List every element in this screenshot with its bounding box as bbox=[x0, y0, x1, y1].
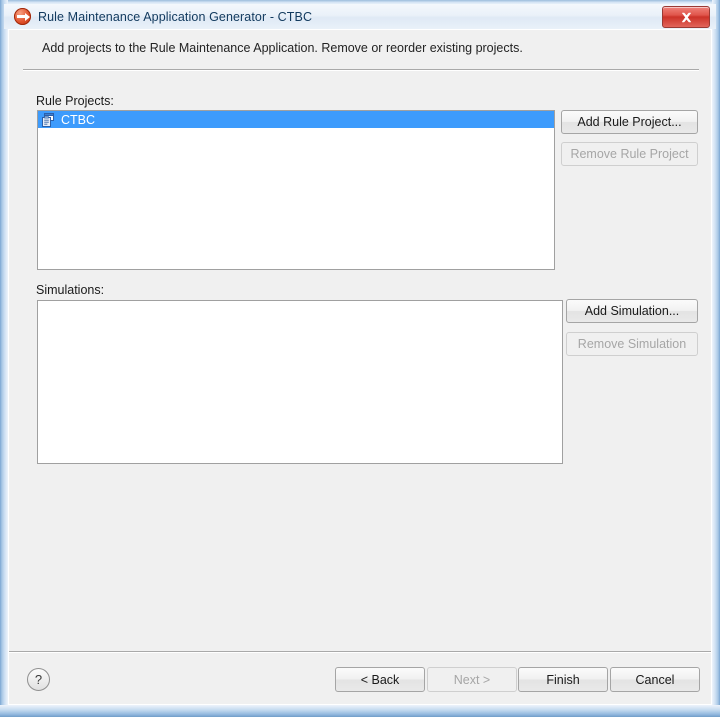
remove-simulation-button[interactable]: Remove Simulation bbox=[566, 332, 698, 356]
project-icon bbox=[42, 112, 56, 127]
add-rule-project-button[interactable]: Add Rule Project... bbox=[561, 110, 698, 134]
list-item-label: CTBC bbox=[61, 112, 96, 127]
application-window: Rule Maintenance Application Generator -… bbox=[0, 0, 720, 717]
window-frame-bottom-edge bbox=[0, 705, 720, 717]
red-arrow-icon bbox=[14, 8, 31, 25]
footer-separator bbox=[9, 651, 711, 653]
next-button[interactable]: Next > bbox=[427, 667, 517, 692]
dialog-client-area: Add projects to the Rule Maintenance App… bbox=[8, 29, 712, 705]
title-bar[interactable]: Rule Maintenance Application Generator -… bbox=[4, 4, 716, 29]
cancel-button[interactable]: Cancel bbox=[610, 667, 700, 692]
back-button[interactable]: < Back bbox=[335, 667, 425, 692]
header-band: Add projects to the Rule Maintenance App… bbox=[9, 30, 711, 69]
window-frame-left-edge bbox=[0, 0, 8, 717]
simulations-label: Simulations: bbox=[36, 283, 105, 297]
window-frame-right-edge bbox=[712, 0, 720, 717]
list-item[interactable]: CTBC bbox=[38, 111, 554, 128]
help-button[interactable]: ? bbox=[27, 668, 50, 691]
add-simulation-button[interactable]: Add Simulation... bbox=[566, 299, 698, 323]
header-separator bbox=[23, 69, 699, 71]
finish-button[interactable]: Finish bbox=[518, 667, 608, 692]
remove-rule-project-button[interactable]: Remove Rule Project bbox=[561, 142, 698, 166]
rule-projects-list[interactable]: CTBC bbox=[37, 110, 555, 270]
rule-projects-label: Rule Projects: bbox=[36, 94, 114, 108]
window-title: Rule Maintenance Application Generator -… bbox=[38, 9, 313, 24]
help-icon: ? bbox=[34, 672, 43, 687]
page-description: Add projects to the Rule Maintenance App… bbox=[42, 41, 523, 55]
close-button[interactable] bbox=[662, 6, 710, 28]
simulations-list[interactable] bbox=[37, 300, 563, 464]
close-icon bbox=[681, 12, 691, 22]
